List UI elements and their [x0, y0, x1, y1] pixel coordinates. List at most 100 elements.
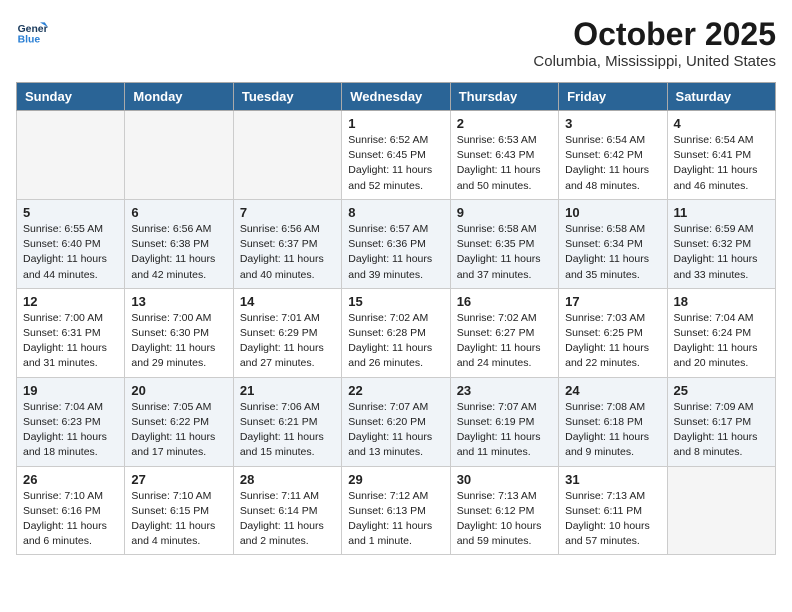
weekday-header-tuesday: Tuesday — [233, 83, 341, 111]
day-number: 28 — [240, 472, 335, 487]
day-number: 17 — [565, 294, 660, 309]
day-info: Sunrise: 7:10 AM Sunset: 6:15 PM Dayligh… — [131, 489, 226, 550]
calendar-cell: 28 Sunrise: 7:11 AM Sunset: 6:14 PM Dayli… — [233, 466, 341, 555]
calendar-cell: 23 Sunrise: 7:07 AM Sunset: 6:19 PM Dayli… — [450, 377, 558, 466]
day-info: Sunrise: 6:58 AM Sunset: 6:34 PM Dayligh… — [565, 222, 660, 283]
day-info: Sunrise: 7:05 AM Sunset: 6:22 PM Dayligh… — [131, 400, 226, 461]
day-number: 31 — [565, 472, 660, 487]
calendar-cell: 2 Sunrise: 6:53 AM Sunset: 6:43 PM Daylig… — [450, 111, 558, 200]
calendar-cell: 18 Sunrise: 7:04 AM Sunset: 6:24 PM Dayli… — [667, 288, 775, 377]
logo-icon: General Blue — [16, 16, 48, 48]
calendar-cell: 20 Sunrise: 7:05 AM Sunset: 6:22 PM Dayli… — [125, 377, 233, 466]
day-number: 29 — [348, 472, 443, 487]
day-info: Sunrise: 6:54 AM Sunset: 6:42 PM Dayligh… — [565, 133, 660, 194]
calendar-cell: 16 Sunrise: 7:02 AM Sunset: 6:27 PM Dayli… — [450, 288, 558, 377]
calendar-cell: 31 Sunrise: 7:13 AM Sunset: 6:11 PM Dayli… — [559, 466, 667, 555]
logo: General Blue — [16, 16, 48, 48]
week-row-1: 1Sunrise: 6:52 AM Sunset: 6:45 PM Daylig… — [17, 111, 776, 200]
day-number: 9 — [457, 205, 552, 220]
calendar-cell: 7Sunrise: 6:56 AM Sunset: 6:37 PM Daylig… — [233, 199, 341, 288]
weekday-header-sunday: Sunday — [17, 83, 125, 111]
day-info: Sunrise: 7:01 AM Sunset: 6:29 PM Dayligh… — [240, 311, 335, 372]
day-number: 15 — [348, 294, 443, 309]
day-number: 16 — [457, 294, 552, 309]
day-info: Sunrise: 6:56 AM Sunset: 6:38 PM Dayligh… — [131, 222, 226, 283]
day-info: Sunrise: 7:13 AM Sunset: 6:11 PM Dayligh… — [565, 489, 660, 550]
day-number: 10 — [565, 205, 660, 220]
day-number: 24 — [565, 383, 660, 398]
day-number: 18 — [674, 294, 769, 309]
day-number: 13 — [131, 294, 226, 309]
calendar-cell: 26 Sunrise: 7:10 AM Sunset: 6:16 PM Dayli… — [17, 466, 125, 555]
calendar-cell: 19 Sunrise: 7:04 AM Sunset: 6:23 PM Dayli… — [17, 377, 125, 466]
day-info: Sunrise: 7:11 AM Sunset: 6:14 PM Dayligh… — [240, 489, 335, 550]
day-number: 2 — [457, 116, 552, 131]
day-info: Sunrise: 6:53 AM Sunset: 6:43 PM Dayligh… — [457, 133, 552, 194]
calendar-cell: 22Sunrise: 7:07 AM Sunset: 6:20 PM Dayli… — [342, 377, 450, 466]
weekday-header-friday: Friday — [559, 83, 667, 111]
month-title: October 2025 — [533, 16, 776, 53]
week-row-3: 12 Sunrise: 7:00 AM Sunset: 6:31 PM Dayli… — [17, 288, 776, 377]
day-number: 27 — [131, 472, 226, 487]
day-info: Sunrise: 7:02 AM Sunset: 6:28 PM Dayligh… — [348, 311, 443, 372]
title-block: October 2025 Columbia, Mississippi, Unit… — [533, 16, 776, 70]
svg-text:General: General — [18, 24, 48, 35]
day-info: Sunrise: 7:02 AM Sunset: 6:27 PM Dayligh… — [457, 311, 552, 372]
day-info: Sunrise: 6:57 AM Sunset: 6:36 PM Dayligh… — [348, 222, 443, 283]
day-number: 12 — [23, 294, 118, 309]
day-number: 26 — [23, 472, 118, 487]
calendar-cell: 12 Sunrise: 7:00 AM Sunset: 6:31 PM Dayli… — [17, 288, 125, 377]
day-info: Sunrise: 7:07 AM Sunset: 6:19 PM Dayligh… — [457, 400, 552, 461]
calendar-cell: 11 Sunrise: 6:59 AM Sunset: 6:32 PM Dayli… — [667, 199, 775, 288]
calendar-cell: 29 Sunrise: 7:12 AM Sunset: 6:13 PM Dayli… — [342, 466, 450, 555]
day-info: Sunrise: 6:55 AM Sunset: 6:40 PM Dayligh… — [23, 222, 118, 283]
day-number: 23 — [457, 383, 552, 398]
day-number: 25 — [674, 383, 769, 398]
weekday-header-wednesday: Wednesday — [342, 83, 450, 111]
calendar-cell: 8 Sunrise: 6:57 AM Sunset: 6:36 PM Daylig… — [342, 199, 450, 288]
day-number: 20 — [131, 383, 226, 398]
location: Columbia, Mississippi, United States — [533, 53, 776, 70]
day-number: 6 — [131, 205, 226, 220]
day-number: 1 — [348, 116, 443, 131]
calendar-cell: 25 Sunrise: 7:09 AM Sunset: 6:17 PM Dayli… — [667, 377, 775, 466]
calendar-cell — [17, 111, 125, 200]
day-info: Sunrise: 7:00 AM Sunset: 6:30 PM Dayligh… — [131, 311, 226, 372]
day-number: 8 — [348, 205, 443, 220]
calendar-cell: 17 Sunrise: 7:03 AM Sunset: 6:25 PM Dayli… — [559, 288, 667, 377]
calendar-table: SundayMondayTuesdayWednesdayThursdayFrid… — [16, 82, 776, 555]
day-number: 3 — [565, 116, 660, 131]
day-info: Sunrise: 7:04 AM Sunset: 6:23 PM Dayligh… — [23, 400, 118, 461]
day-number: 30 — [457, 472, 552, 487]
weekday-header-thursday: Thursday — [450, 83, 558, 111]
day-info: Sunrise: 7:03 AM Sunset: 6:25 PM Dayligh… — [565, 311, 660, 372]
day-info: Sunrise: 7:04 AM Sunset: 6:24 PM Dayligh… — [674, 311, 769, 372]
calendar-cell — [125, 111, 233, 200]
day-info: Sunrise: 7:00 AM Sunset: 6:31 PM Dayligh… — [23, 311, 118, 372]
day-info: Sunrise: 7:13 AM Sunset: 6:12 PM Dayligh… — [457, 489, 552, 550]
day-info: Sunrise: 7:08 AM Sunset: 6:18 PM Dayligh… — [565, 400, 660, 461]
calendar-cell: 27 Sunrise: 7:10 AM Sunset: 6:15 PM Dayli… — [125, 466, 233, 555]
calendar-cell — [233, 111, 341, 200]
calendar-cell: 14Sunrise: 7:01 AM Sunset: 6:29 PM Dayli… — [233, 288, 341, 377]
day-info: Sunrise: 7:10 AM Sunset: 6:16 PM Dayligh… — [23, 489, 118, 550]
week-row-2: 5 Sunrise: 6:55 AM Sunset: 6:40 PM Daylig… — [17, 199, 776, 288]
day-info: Sunrise: 6:59 AM Sunset: 6:32 PM Dayligh… — [674, 222, 769, 283]
day-number: 5 — [23, 205, 118, 220]
day-number: 7 — [240, 205, 335, 220]
calendar-cell: 6 Sunrise: 6:56 AM Sunset: 6:38 PM Daylig… — [125, 199, 233, 288]
calendar-cell: 30 Sunrise: 7:13 AM Sunset: 6:12 PM Dayli… — [450, 466, 558, 555]
day-info: Sunrise: 7:09 AM Sunset: 6:17 PM Dayligh… — [674, 400, 769, 461]
day-number: 19 — [23, 383, 118, 398]
day-info: Sunrise: 6:58 AM Sunset: 6:35 PM Dayligh… — [457, 222, 552, 283]
calendar-cell: 21Sunrise: 7:06 AM Sunset: 6:21 PM Dayli… — [233, 377, 341, 466]
day-number: 11 — [674, 205, 769, 220]
calendar-cell: 3 Sunrise: 6:54 AM Sunset: 6:42 PM Daylig… — [559, 111, 667, 200]
week-row-5: 26 Sunrise: 7:10 AM Sunset: 6:16 PM Dayli… — [17, 466, 776, 555]
svg-text:Blue: Blue — [18, 34, 41, 45]
day-info: Sunrise: 7:12 AM Sunset: 6:13 PM Dayligh… — [348, 489, 443, 550]
calendar-cell — [667, 466, 775, 555]
page-header: General Blue October 2025 Columbia, Miss… — [16, 16, 776, 70]
day-info: Sunrise: 7:06 AM Sunset: 6:21 PM Dayligh… — [240, 400, 335, 461]
day-number: 22 — [348, 383, 443, 398]
